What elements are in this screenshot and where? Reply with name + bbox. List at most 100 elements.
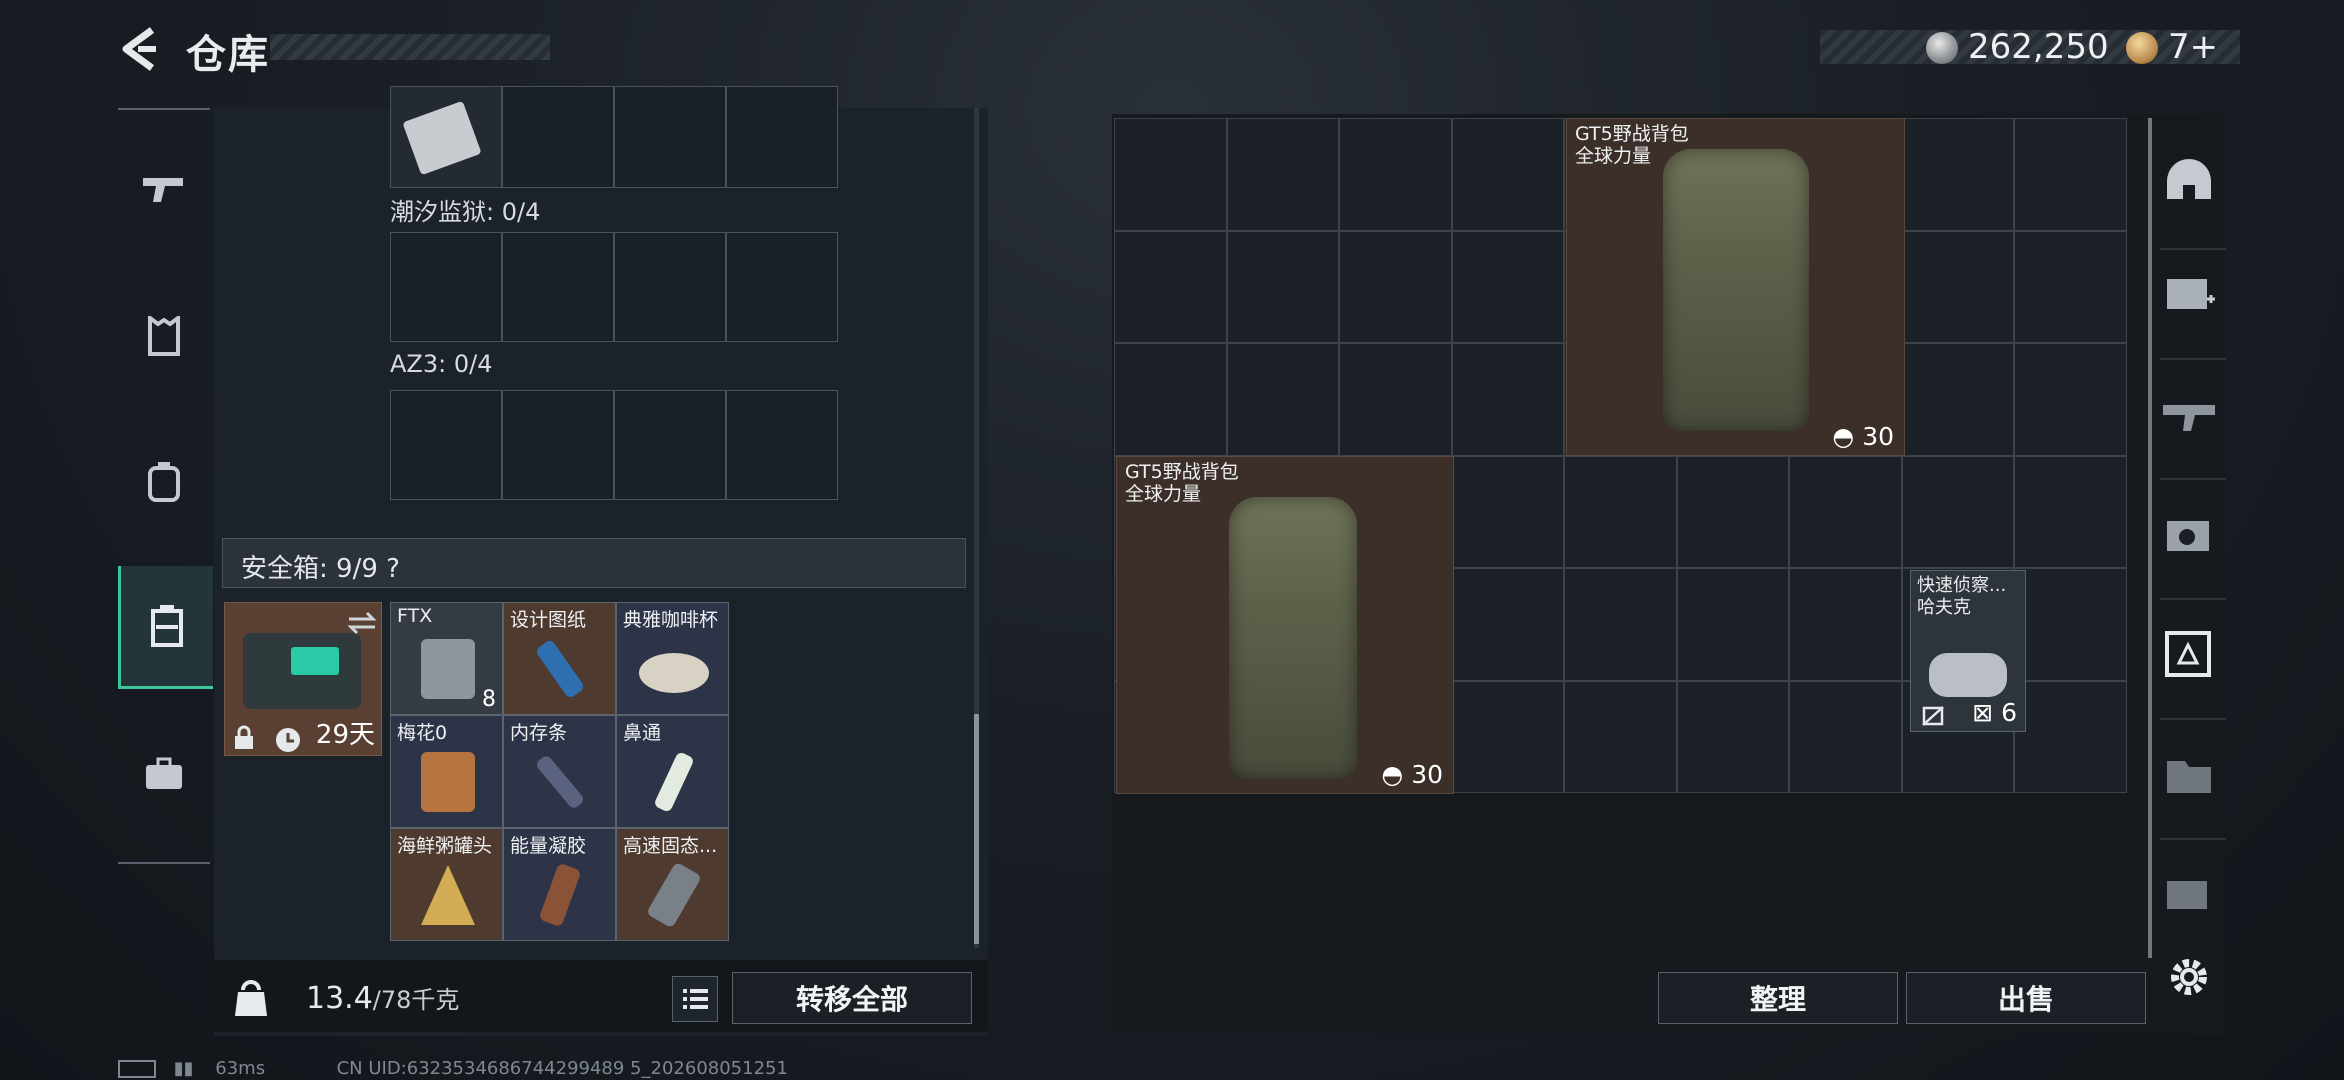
safe-box-art — [243, 633, 361, 709]
transfer-all-button[interactable]: 转移全部 — [732, 972, 972, 1024]
slot[interactable] — [614, 232, 726, 342]
slot[interactable] — [726, 86, 838, 188]
slot-row — [390, 232, 838, 342]
briefcase-icon[interactable] — [118, 714, 210, 834]
item-name: 海鲜粥罐头 — [397, 835, 493, 857]
sell-button[interactable]: 出售 — [1906, 972, 2146, 1024]
item-name: 快速侦察... — [1917, 575, 2007, 596]
item-name: 典雅咖啡杯 — [623, 609, 719, 631]
level-value: 7+ — [2168, 27, 2219, 67]
divider — [2160, 478, 2226, 480]
helmet-icon[interactable] — [2158, 150, 2220, 212]
item-name-block: GT5野战背包 全球力量 — [1125, 461, 1239, 505]
page-title: 仓库 — [186, 32, 270, 78]
list-view-button[interactable] — [672, 976, 718, 1022]
ping: 63ms — [215, 1058, 266, 1079]
key-icon[interactable] — [2158, 864, 2220, 926]
safe-box-slot[interactable]: 29天 — [224, 602, 382, 756]
capacity-value: 6 — [2001, 698, 2017, 727]
item-capacity: ◓ 30 — [1381, 760, 1443, 789]
rifle-icon[interactable] — [2158, 384, 2220, 446]
ssd-item-art — [646, 861, 702, 929]
item-capacity: ◓ 30 — [1832, 422, 1894, 451]
slot[interactable] — [726, 232, 838, 342]
backpack-art — [1663, 149, 1809, 431]
medkit-icon[interactable] — [2158, 262, 2220, 324]
slot[interactable] — [502, 232, 614, 342]
capacity-value: 30 — [1862, 422, 1894, 451]
back-icon[interactable] — [118, 26, 160, 72]
item-name: 鼻通 — [623, 722, 662, 744]
safe-item[interactable]: FTX 8 — [390, 602, 503, 715]
duffel-bag-item[interactable]: 快速侦察... 哈夫克 ⊠ 6 — [1910, 570, 2026, 732]
pistol-icon[interactable] — [118, 130, 210, 250]
category-rail — [118, 108, 213, 864]
weight-icon — [235, 980, 267, 1016]
slot[interactable] — [726, 390, 838, 500]
currency-value: 262,250 — [1968, 27, 2109, 67]
item-name: 内存条 — [510, 722, 568, 744]
item-name: FTX — [397, 605, 433, 627]
right-rail-line — [2148, 118, 2152, 958]
divider — [2160, 718, 2226, 720]
safe-item[interactable]: 典雅咖啡杯 — [616, 602, 729, 715]
backpack-icon[interactable] — [118, 422, 210, 542]
item-brand: 全球力量 — [1575, 145, 1652, 167]
level-icon — [2126, 32, 2158, 64]
card-item-art — [421, 752, 475, 812]
coffee-cup-item-art — [639, 653, 709, 693]
folder-icon[interactable] — [2158, 744, 2220, 806]
item-capacity: ⊠ 6 — [1972, 698, 2017, 727]
safe-box-header: 安全箱: 9/9 ? — [222, 538, 966, 588]
backpack-item-top[interactable]: GT5野战背包 全球力量 ◓ 30 — [1566, 118, 1905, 456]
armor-vest-icon[interactable] — [118, 276, 210, 396]
slot[interactable] — [502, 86, 614, 188]
backpack-item-left[interactable]: GT5野战背包 全球力量 ◓ 30 — [1116, 456, 1454, 794]
safe-item[interactable]: 梅花0 — [390, 715, 503, 828]
safe-item[interactable]: 设计图纸 — [503, 602, 616, 715]
safe-item[interactable]: 内存条 — [503, 715, 616, 828]
clock-icon — [276, 728, 300, 752]
nasal-spray-item-art — [653, 751, 695, 813]
weight-max: /78千克 — [372, 986, 460, 1014]
capacity-value: 30 — [1411, 760, 1443, 789]
scrollbar-thumb[interactable] — [974, 714, 979, 944]
safe-icon[interactable] — [2158, 624, 2220, 686]
safe-box-grid: FTX 8 设计图纸 典雅咖啡杯 梅花0 内存条 鼻通 海鲜粥罐头 能量凝胶 高… — [390, 602, 729, 941]
secure-case-icon[interactable] — [118, 566, 213, 689]
armor-icon[interactable] — [2158, 504, 2220, 566]
item-name: 能量凝胶 — [510, 835, 587, 857]
signal-icon: ▮▮ — [173, 1058, 194, 1079]
energy-gel-item-art — [538, 862, 582, 928]
slot[interactable] — [390, 232, 502, 342]
item-name: GT5野战背包 — [1125, 461, 1239, 483]
settings-icon[interactable] — [2158, 946, 2220, 1008]
item-name-block: 快速侦察... 哈夫克 — [1917, 575, 2006, 619]
divider — [2160, 248, 2226, 250]
list-icon — [683, 989, 708, 1009]
divider — [2160, 838, 2226, 840]
status-bar: ▮▮ 63ms CN UID:6323534686744299489 5_202… — [118, 1058, 788, 1079]
coin-icon — [1926, 32, 1958, 64]
item-name: 设计图纸 — [510, 609, 587, 631]
uid: CN UID:6323534686744299489 5_20260805125… — [336, 1058, 788, 1079]
slot[interactable] — [614, 390, 726, 500]
item-name: 高速固态... — [623, 835, 718, 857]
safe-item[interactable]: 鼻通 — [616, 715, 729, 828]
section-label: 潮汐监狱: 0/4 — [390, 198, 541, 226]
slot[interactable] — [614, 86, 726, 188]
safe-item[interactable]: 高速固态... — [616, 828, 729, 941]
duffel-bag-art — [1929, 653, 2007, 697]
safe-item[interactable]: 海鲜粥罐头 — [390, 828, 503, 941]
battery-icon — [118, 1060, 156, 1078]
sort-button[interactable]: 整理 — [1658, 972, 1898, 1024]
item-brand: 全球力量 — [1125, 483, 1202, 505]
section-label: AZ3: 0/4 — [390, 350, 493, 378]
safe-item[interactable]: 能量凝胶 — [503, 828, 616, 941]
ram-item-art — [534, 753, 586, 811]
slot[interactable] — [390, 390, 502, 500]
title-decoration — [270, 34, 550, 60]
ftx-item-art — [421, 639, 475, 699]
slot[interactable] — [502, 390, 614, 500]
swap-icon[interactable] — [347, 611, 377, 635]
